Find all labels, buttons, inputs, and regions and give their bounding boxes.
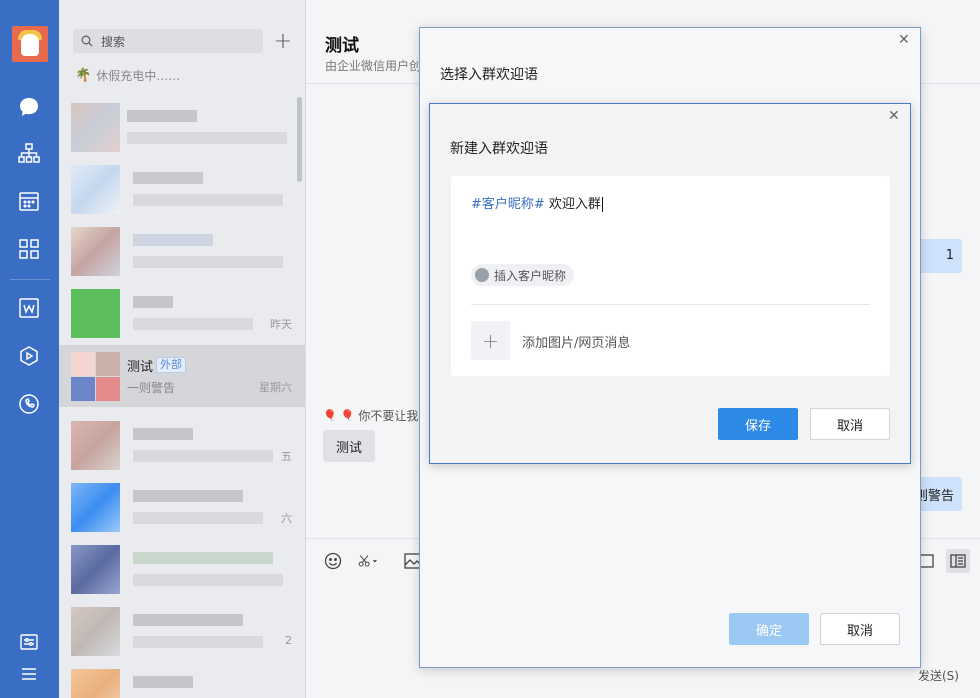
chat-time: 昨天 — [270, 318, 292, 331]
welcome-message-editor[interactable]: #客户昵称# 欢迎入群 插入客户昵称 + 添加图片/网页消息 — [451, 176, 890, 376]
palm-icon: 🌴 — [75, 68, 92, 83]
pin-icon: 🎈 — [340, 409, 355, 422]
scrollbar[interactable] — [297, 97, 302, 182]
list-item[interactable]: 五 — [59, 414, 305, 476]
status-text: 🌴 休假充电中…… — [75, 68, 181, 83]
chat-icon[interactable] — [17, 95, 41, 119]
dialog-title: 新建入群欢迎语 — [450, 141, 548, 157]
screenshot-icon[interactable] — [358, 551, 378, 571]
chat-subtitle: 由企业微信用户创 — [325, 59, 422, 73]
chat-time: 星期六 — [259, 381, 292, 394]
org-icon[interactable] — [17, 141, 41, 165]
cancel-button[interactable]: 取消 — [820, 613, 900, 645]
chat-time: 六 — [281, 512, 292, 525]
search-placeholder: 搜索 — [101, 34, 126, 49]
welcome-text: 欢迎入群 — [544, 197, 601, 212]
send-button[interactable]: 发送(S) — [918, 667, 959, 684]
calendar-icon[interactable] — [17, 189, 41, 213]
test-message-button[interactable]: 测试 — [323, 430, 375, 462]
text-caret — [601, 197, 603, 212]
close-icon[interactable]: ✕ — [888, 108, 900, 124]
cancel-button[interactable]: 取消 — [810, 408, 890, 440]
list-item[interactable] — [59, 96, 305, 158]
insert-nickname-button[interactable]: 插入客户昵称 — [471, 264, 575, 286]
search-input[interactable]: 搜索 — [73, 29, 263, 53]
list-item[interactable] — [59, 158, 305, 220]
pin-icon: 🎈 — [323, 409, 337, 422]
confirm-button[interactable]: 确定 — [729, 613, 809, 645]
doc-icon[interactable] — [17, 296, 41, 320]
sidebar-toggle-icon[interactable] — [946, 549, 970, 573]
group-avatar — [71, 352, 120, 401]
apps-icon[interactable] — [17, 237, 41, 261]
search-icon — [81, 35, 93, 47]
list-item[interactable]: 六 — [59, 476, 305, 538]
list-item[interactable]: 昨天 — [59, 282, 305, 344]
system-message: 🎈 🎈 你不要让我 — [323, 409, 419, 423]
nav-sidebar — [0, 0, 59, 698]
user-icon — [475, 268, 489, 282]
chat-name: 测试 — [127, 360, 154, 375]
external-tag: 外部 — [156, 357, 186, 373]
add-media-label: 添加图片/网页消息 — [522, 336, 631, 351]
chat-preview: 一则警告 — [127, 381, 176, 395]
close-icon[interactable]: ✕ — [898, 32, 910, 48]
menu-icon[interactable] — [17, 662, 41, 686]
list-item[interactable] — [59, 538, 305, 600]
chat-time: 2 — [285, 634, 292, 647]
chat-title: 测试 — [325, 36, 359, 56]
emoji-icon[interactable] — [323, 551, 343, 571]
cube-icon[interactable] — [17, 344, 41, 368]
phone-icon[interactable] — [17, 392, 41, 416]
new-welcome-dialog: 新建入群欢迎语 ✕ #客户昵称# 欢迎入群 插入客户昵称 + 添加图片/网页消息… — [429, 103, 911, 464]
add-media-button[interactable]: + — [471, 321, 510, 360]
nickname-token: #客户昵称# — [471, 197, 545, 212]
chat-time: 五 — [281, 450, 292, 463]
dialog-title: 选择入群欢迎语 — [440, 67, 538, 83]
list-item[interactable] — [59, 662, 305, 698]
settings-icon[interactable] — [17, 630, 41, 654]
add-button[interactable]: + — [271, 29, 295, 54]
list-item[interactable]: 2 — [59, 600, 305, 662]
save-button[interactable]: 保存 — [718, 408, 798, 440]
list-item[interactable] — [59, 220, 305, 282]
chat-list: 搜索 + 🌴 休假充电中…… 昨天 测试 外部 一则警告 星期六 五 六 2 — [59, 0, 306, 698]
list-item-test[interactable]: 测试 外部 一则警告 星期六 — [59, 345, 305, 407]
user-avatar[interactable] — [12, 26, 48, 62]
